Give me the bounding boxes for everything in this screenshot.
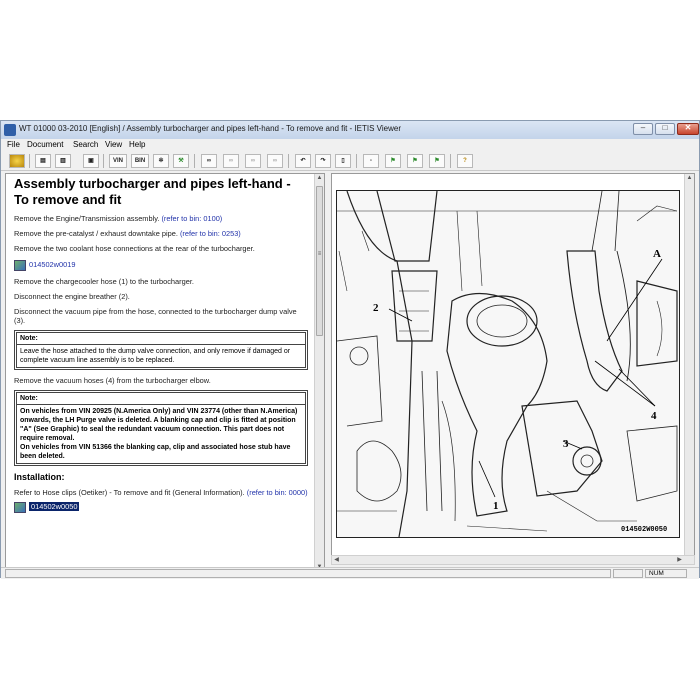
bookmark-add-icon[interactable]: ⚑ [385, 154, 401, 168]
toolbar: ▤ ▥ ▣ VIN BIN ✲ ⚒ ∞ ∞ ∞ ∞ ↶ ↷ ▯ ▫ ⚑ ⚑ ⚑ … [1, 152, 699, 171]
find-binoculars-icon[interactable]: ∞ [201, 154, 217, 168]
maximize-button[interactable]: □ [655, 123, 675, 135]
note-body: On vehicles from VIN 20925 (N.America On… [16, 405, 306, 464]
maximize-icon: □ [662, 123, 668, 132]
toolbar-separator [288, 154, 289, 168]
step-vacuum-hoses: Remove the vacuum hoses (4) from the tur… [14, 376, 211, 385]
callout-2: 2 [373, 302, 379, 314]
window-title: WT 01000 03-2010 [English] / Assembly tu… [19, 124, 401, 133]
toolbar-separator [194, 154, 195, 168]
bookmark-list-icon[interactable]: ⚑ [407, 154, 423, 168]
new-page-icon[interactable]: ▫ [363, 154, 379, 168]
forward-icon[interactable]: ↷ [315, 154, 331, 168]
document-pane: Assembly turbocharger and pipes left-han… [5, 173, 325, 573]
graphic-icon [14, 259, 26, 271]
bin-button[interactable]: BIN [131, 154, 149, 168]
image-link-1[interactable]: 014502w0019 [14, 259, 308, 271]
scroll-left-arrow-icon[interactable]: ◀ [332, 556, 341, 564]
note-body: Leave the hose attached to the dump valv… [16, 345, 306, 368]
scroll-up-arrow-icon[interactable]: ▲ [315, 174, 324, 183]
close-button[interactable]: ✕ [677, 123, 699, 135]
status-bar: NUM [1, 567, 699, 579]
step-remove-downtake: Remove the pre-catalyst / exhaust downta… [14, 229, 241, 238]
pane-splitter[interactable] [326, 173, 330, 573]
engine-diagram: A 2 4 3 1 014502W0050 [336, 190, 680, 538]
menu-help[interactable]: Help [129, 140, 145, 149]
find-all-icon[interactable]: ∞ [267, 154, 283, 168]
scroll-grip-icon: ≡ [317, 251, 322, 257]
app-window: WT 01000 03-2010 [English] / Assembly tu… [0, 120, 700, 579]
graphic-hscrollbar[interactable]: ◀ ▶ [331, 555, 695, 565]
print-icon[interactable]: ▤ [35, 154, 51, 168]
vin-button[interactable]: VIN [109, 154, 127, 168]
bin-link-0100[interactable]: (refer to bin: 0100) [161, 214, 222, 223]
find-previous-icon[interactable]: ∞ [245, 154, 261, 168]
toolbar-separator [450, 154, 451, 168]
step-chargecooler: Remove the chargecooler hose (1) to the … [14, 277, 194, 286]
status-message [5, 569, 611, 578]
back-icon[interactable]: ↶ [295, 154, 311, 168]
note-box-2: Note: On vehicles from VIN 20925 (N.Amer… [14, 390, 308, 466]
help-icon[interactable]: ? [457, 154, 473, 168]
close-icon: ✕ [684, 123, 692, 132]
toolbar-separator [103, 154, 104, 168]
install-step: Refer to Hose clips (Oetiker) - To remov… [14, 488, 308, 497]
menu-bar: File Document Search View Help [1, 139, 699, 151]
callout-4: 4 [651, 410, 657, 422]
figure-code: 014502W0050 [621, 526, 667, 534]
menu-document[interactable]: Document [27, 140, 63, 149]
menu-view[interactable]: View [105, 140, 122, 149]
title-bar[interactable]: WT 01000 03-2010 [English] / Assembly tu… [1, 121, 699, 140]
step-vacuum-pipe: Disconnect the vacuum pipe from the hose… [14, 307, 297, 325]
document-content: Assembly turbocharger and pipes left-han… [14, 174, 308, 513]
minimize-icon: ‒ [640, 123, 646, 132]
scroll-right-arrow-icon[interactable]: ▶ [675, 556, 684, 564]
engine-illustration: A 2 4 3 1 014502W0050 [336, 190, 678, 538]
callout-a: A [653, 248, 661, 260]
tools-icon[interactable]: ⚒ [173, 154, 189, 168]
step-remove-coolant: Remove the two coolant hose connections … [14, 244, 255, 253]
callout-1: 1 [493, 500, 499, 512]
page-title: Assembly turbocharger and pipes left-han… [14, 176, 291, 207]
document-scrollbar[interactable]: ▲ ≡ ▼ [314, 174, 324, 572]
note-heading: Note: [16, 332, 306, 345]
scrollbar-thumb[interactable] [316, 186, 323, 336]
find-next-icon[interactable]: ∞ [223, 154, 239, 168]
toolbar-separator [356, 154, 357, 168]
note-box-1: Note: Leave the hose attached to the dum… [14, 330, 308, 370]
bin-link-0000[interactable]: (refer to bin: 0000) [247, 488, 308, 497]
menu-search[interactable]: Search [73, 140, 98, 149]
book-icon[interactable]: ▯ [335, 154, 351, 168]
properties-icon[interactable]: ▣ [83, 154, 99, 168]
image-link-2[interactable]: 014502w0050 [14, 501, 308, 513]
status-empty-cell [613, 569, 643, 578]
graphic-icon [14, 501, 26, 513]
installation-heading: Installation: [14, 472, 65, 482]
app-icon [4, 124, 16, 136]
print-preview-icon[interactable]: ▥ [55, 154, 71, 168]
home-icon[interactable] [9, 154, 25, 168]
minimize-button[interactable]: ‒ [633, 123, 653, 135]
toolbar-separator [29, 154, 30, 168]
menu-file[interactable]: File [7, 140, 20, 149]
graphic-vscrollbar[interactable]: ▲ ▼ [684, 174, 694, 564]
callout-3: 3 [563, 438, 569, 450]
graphic-pane: A 2 4 3 1 014502W0050 ▲ ▼ [331, 173, 695, 565]
num-lock-indicator: NUM [645, 569, 687, 578]
step-remove-engine: Remove the Engine/Transmission assembly.… [14, 214, 223, 223]
settings-gear-icon[interactable]: ✲ [153, 154, 169, 168]
step-breather: Disconnect the engine breather (2). [14, 292, 130, 301]
scroll-up-arrow-icon[interactable]: ▲ [685, 174, 694, 183]
bookmark-delete-icon[interactable]: ⚑ [429, 154, 445, 168]
bin-link-0253[interactable]: (refer to bin: 0253) [180, 229, 241, 238]
note-heading: Note: [16, 392, 306, 405]
